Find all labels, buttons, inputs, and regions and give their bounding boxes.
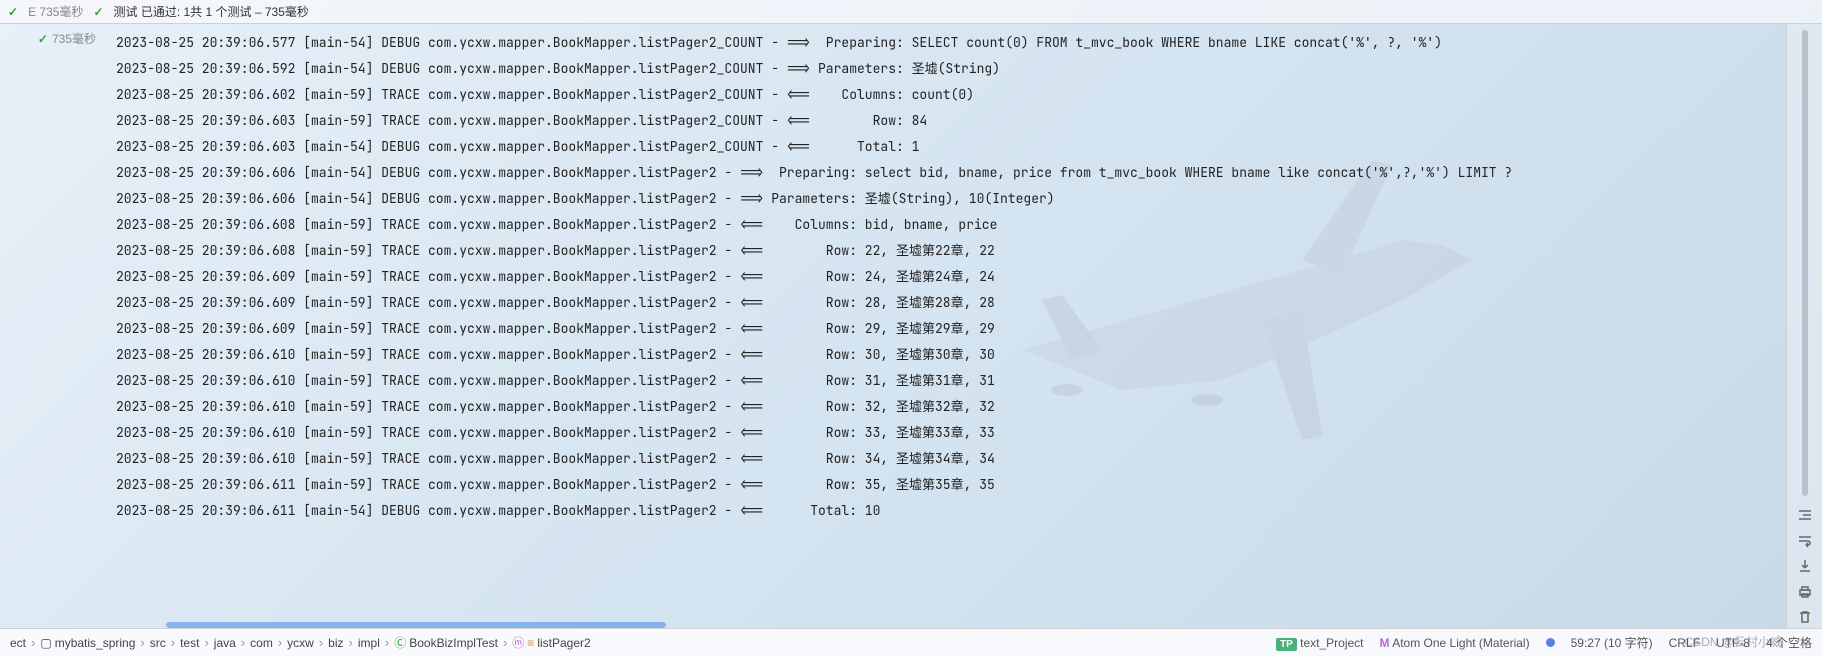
expand-icon[interactable] xyxy=(1793,504,1817,526)
line-separator[interactable]: CRLF xyxy=(1669,636,1700,650)
chevron-right-icon: › xyxy=(171,635,175,650)
test-summary: 测试 已通过: 1共 1 个测试 – 735毫秒 xyxy=(114,3,309,20)
chevron-right-icon: › xyxy=(503,635,507,650)
console-text[interactable]: 2023-08-25 20:39:06.577 [main-54] DEBUG … xyxy=(104,24,1786,528)
test-class-icon: Ⓒ xyxy=(394,634,406,651)
status-dot-icon[interactable] xyxy=(1546,638,1555,647)
breadcrumb-item[interactable]: src xyxy=(150,636,166,650)
method-icon: ⓜ xyxy=(512,634,524,651)
test-duration-left: E 735毫秒 xyxy=(28,3,83,20)
breadcrumb-item[interactable]: ycxw xyxy=(287,636,314,650)
breadcrumb-item[interactable]: ect xyxy=(10,636,26,650)
download-icon[interactable] xyxy=(1793,555,1817,577)
breadcrumb-item[interactable]: impl xyxy=(358,636,380,650)
chevron-right-icon: › xyxy=(319,635,323,650)
project-label: text_Project xyxy=(1300,636,1363,650)
indent-setting[interactable]: 4 个空格 xyxy=(1766,634,1812,651)
test-method-icon: ≡ xyxy=(527,636,534,650)
test-duration-gutter: 735毫秒 xyxy=(52,32,96,46)
chevron-right-icon: › xyxy=(140,635,144,650)
trash-icon[interactable] xyxy=(1793,607,1817,629)
tp-badge-icon: TP xyxy=(1276,638,1297,651)
breadcrumb-item[interactable]: com xyxy=(250,636,273,650)
breadcrumb-item[interactable]: test xyxy=(180,636,199,650)
check-icon: ✓ xyxy=(93,5,103,19)
vertical-scrollbar[interactable] xyxy=(1802,30,1808,496)
check-icon: ✓ xyxy=(38,32,48,46)
soft-wrap-icon[interactable] xyxy=(1793,530,1817,552)
breadcrumb-item[interactable]: ▢mybatis_spring xyxy=(40,636,135,650)
test-result-header: ✓ E 735毫秒 ✓ 测试 已通过: 1共 1 个测试 – 735毫秒 xyxy=(0,0,1822,24)
breadcrumb-item[interactable]: biz xyxy=(328,636,343,650)
breadcrumbs: ect › ▢mybatis_spring › src › test › java › com › yc… xyxy=(10,634,591,651)
material-theme-icon: M xyxy=(1380,636,1390,650)
right-tool-gutter xyxy=(1786,24,1822,628)
chevron-right-icon: › xyxy=(278,635,282,650)
chevron-right-icon: › xyxy=(204,635,208,650)
theme-indicator[interactable]: M Atom One Light (Material) xyxy=(1380,636,1530,650)
check-icon: ✓ xyxy=(8,5,18,19)
file-encoding[interactable]: UTF-8 xyxy=(1716,636,1750,650)
breadcrumb-class[interactable]: ⒸBookBizImplTest xyxy=(394,634,498,651)
project-indicator[interactable]: TP text_Project xyxy=(1276,636,1364,650)
theme-label: Atom One Light (Material) xyxy=(1392,636,1529,650)
console-output-panel[interactable]: 2023-08-25 20:39:06.577 [main-54] DEBUG … xyxy=(104,24,1786,628)
folder-icon: ▢ xyxy=(40,636,51,650)
breadcrumb-method[interactable]: ⓜ≡listPager2 xyxy=(512,634,590,651)
chevron-right-icon: › xyxy=(241,635,245,650)
print-icon[interactable] xyxy=(1793,581,1817,603)
breadcrumb-item[interactable]: java xyxy=(214,636,236,650)
status-bar: ect › ▢mybatis_spring › src › test › java › com › yc… xyxy=(0,628,1822,656)
cursor-position[interactable]: 59:27 (10 字符) xyxy=(1571,634,1653,651)
horizontal-scrollbar[interactable] xyxy=(166,622,666,628)
test-tree-gutter: ✓ 735毫秒 xyxy=(0,24,104,628)
chevron-right-icon: › xyxy=(385,635,389,650)
chevron-right-icon: › xyxy=(31,635,35,650)
chevron-right-icon: › xyxy=(349,635,353,650)
